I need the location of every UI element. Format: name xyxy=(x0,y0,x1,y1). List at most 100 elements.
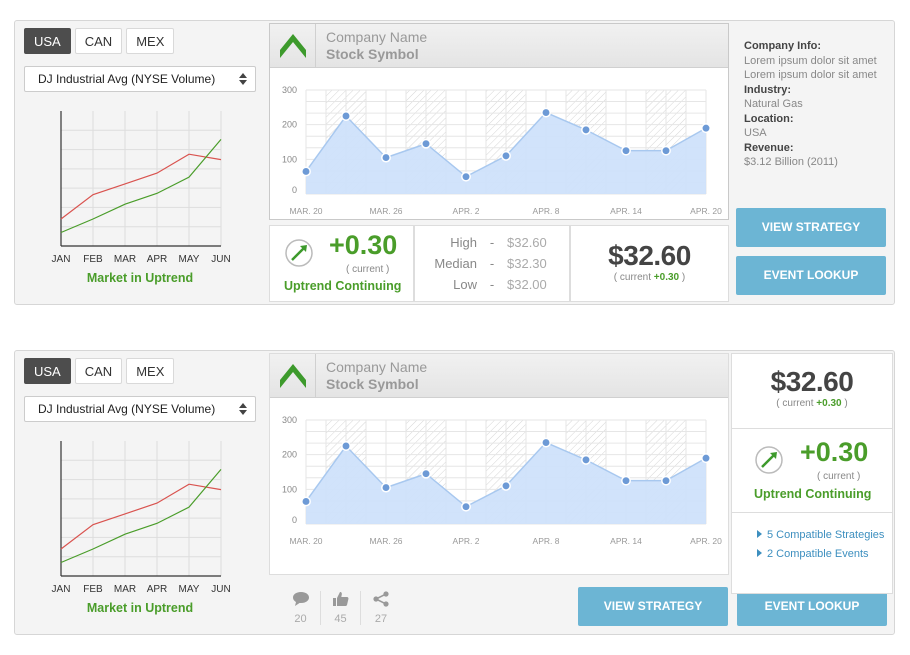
x-tick-label: APR. 2 xyxy=(453,206,480,216)
data-point xyxy=(381,482,391,493)
current-price-box: $32.60 ( current +0.30 ) xyxy=(570,225,729,302)
data-point xyxy=(461,171,471,182)
tab-can[interactable]: CAN xyxy=(74,358,123,384)
tab-can[interactable]: CAN xyxy=(74,28,123,54)
uptrend-label: Uptrend Continuing xyxy=(754,487,872,501)
data-point xyxy=(301,496,311,507)
low-value: $32.00 xyxy=(507,277,547,292)
like-button[interactable]: 45 xyxy=(321,591,361,625)
comments-button[interactable]: 20 xyxy=(281,591,321,625)
price-change: +0.30 xyxy=(329,230,398,260)
change-box: +0.30 ( current ) Uptrend Continuing xyxy=(269,225,414,302)
data-point xyxy=(341,441,351,451)
uptrend-logo xyxy=(270,354,316,397)
view-strategy-button[interactable]: VIEW STRATEGY xyxy=(578,587,728,626)
stock-summary-column: $32.60 ( current +0.30 ) +0.30 ( current… xyxy=(731,353,893,594)
comment-icon xyxy=(292,592,309,606)
index-select[interactable]: DJ Industrial Avg (NYSE Volume) xyxy=(24,396,256,422)
company-info-label: Company Info: xyxy=(744,40,821,52)
x-tick-label: JAN xyxy=(52,254,71,265)
tab-usa[interactable]: USA xyxy=(24,28,71,54)
chevron-up-icon xyxy=(279,363,306,388)
data-point xyxy=(421,468,431,479)
company-name: Company Name xyxy=(326,359,428,375)
stock-symbol: Stock Symbol xyxy=(326,46,419,62)
share-icon xyxy=(373,591,389,607)
low-label: Low xyxy=(453,277,477,292)
stock-main-panel: Company Name Stock Symbol 0 100 200 300 MAR.… xyxy=(269,23,729,220)
x-tick-label: MAR xyxy=(114,254,136,265)
x-tick-label: MAR xyxy=(114,584,136,595)
revenue-value: $3.12 Billion (2011) xyxy=(744,156,838,168)
change-box: +0.30 ( current ) Uptrend Continuing xyxy=(732,429,892,513)
market-tabs: USA CAN MEX xyxy=(24,28,175,54)
data-point xyxy=(381,152,391,163)
likes-count: 45 xyxy=(334,613,347,625)
data-point xyxy=(501,480,511,491)
data-point xyxy=(701,123,711,134)
index-select[interactable]: DJ Industrial Avg (NYSE Volume) xyxy=(24,66,256,92)
x-tick-label: APR. 20 xyxy=(690,206,722,216)
data-point xyxy=(501,150,511,161)
stock-symbol: Stock Symbol xyxy=(326,376,419,392)
stock-header: Company Name Stock Symbol xyxy=(270,354,728,398)
tab-mex[interactable]: MEX xyxy=(126,358,175,384)
uptrend-logo xyxy=(270,24,316,67)
event-lookup-button[interactable]: EVENT LOOKUP xyxy=(736,256,886,295)
tab-usa[interactable]: USA xyxy=(24,358,71,384)
high-dash: - xyxy=(489,235,495,250)
x-tick-label: APR xyxy=(147,584,168,595)
data-point xyxy=(541,437,551,448)
y-tick-label: 200 xyxy=(282,120,297,130)
current-label: ( current ) xyxy=(817,471,861,482)
x-tick-label: APR. 14 xyxy=(610,536,642,546)
trend-arrow-icon xyxy=(755,446,783,474)
compatible-events-link[interactable]: 2 Compatible Events xyxy=(757,548,892,560)
x-tick-label: JAN xyxy=(52,584,71,595)
compatible-strategies-link[interactable]: 5 Compatible Strategies xyxy=(757,529,892,541)
trend-arrow-icon xyxy=(285,239,313,267)
market-mini-chart: JAN FEB MAR APR MAY JUN xyxy=(52,441,231,595)
select-arrows-icon xyxy=(239,73,247,85)
x-tick-label: APR xyxy=(147,254,168,265)
x-tick-label: MAY xyxy=(179,584,200,595)
company-info-line-1: Lorem ipsum dolor sit amet xyxy=(744,54,877,67)
uptrend-label: Uptrend Continuing xyxy=(284,279,402,293)
series-line-1 xyxy=(60,138,222,234)
series-line-1 xyxy=(60,468,222,564)
x-tick-label: APR. 8 xyxy=(533,206,560,216)
stock-main-panel: Company Name Stock Symbol 0 100 200 300 MAR.… xyxy=(269,353,729,575)
view-strategy-button[interactable]: VIEW STRATEGY xyxy=(736,208,886,247)
company-info: Company Info: Lorem ipsum dolor sit amet… xyxy=(744,39,877,170)
company-info-line-2: Lorem ipsum dolor sit amet xyxy=(744,69,877,81)
y-tick-label: 200 xyxy=(282,450,297,460)
x-tick-label: APR. 20 xyxy=(690,536,722,546)
tab-mex[interactable]: MEX xyxy=(126,28,175,54)
social-bar: 20 45 27 xyxy=(281,591,401,625)
market-mini-chart: JAN FEB MAR APR MAY JUN xyxy=(52,111,231,265)
comments-count: 20 xyxy=(294,613,307,625)
data-point xyxy=(621,145,631,156)
x-tick-label: APR. 14 xyxy=(610,206,642,216)
share-button[interactable]: 27 xyxy=(361,591,401,625)
y-tick-label: 300 xyxy=(282,85,297,95)
caret-right-icon xyxy=(757,530,762,538)
y-tick-label: 0 xyxy=(292,185,297,195)
company-name: Company Name xyxy=(326,29,428,45)
data-point xyxy=(341,111,351,121)
data-point xyxy=(661,145,671,156)
current-price: $32.60 xyxy=(608,240,691,271)
stock-header: Company Name Stock Symbol xyxy=(270,24,728,68)
data-point xyxy=(581,454,591,465)
index-select-value: DJ Industrial Avg (NYSE Volume) xyxy=(38,402,216,416)
high-value: $32.60 xyxy=(507,235,547,250)
thumbs-up-icon xyxy=(332,592,348,606)
x-tick-label: MAR. 26 xyxy=(369,206,402,216)
x-tick-label: MAY xyxy=(179,254,200,265)
series-line-0 xyxy=(60,483,222,550)
data-point xyxy=(661,475,671,486)
stock-area-chart: 0 100 200 300 MAR. 20 MAR. 26 APR. 2 APR. 8 APR.… xyxy=(282,415,722,546)
y-tick-label: 0 xyxy=(292,515,297,525)
x-tick-label: MAR. 26 xyxy=(369,536,402,546)
stock-area-chart: 0 100 200 300 MAR. 20 MAR. 26 APR. 2 APR. 8 APR.… xyxy=(282,85,722,216)
